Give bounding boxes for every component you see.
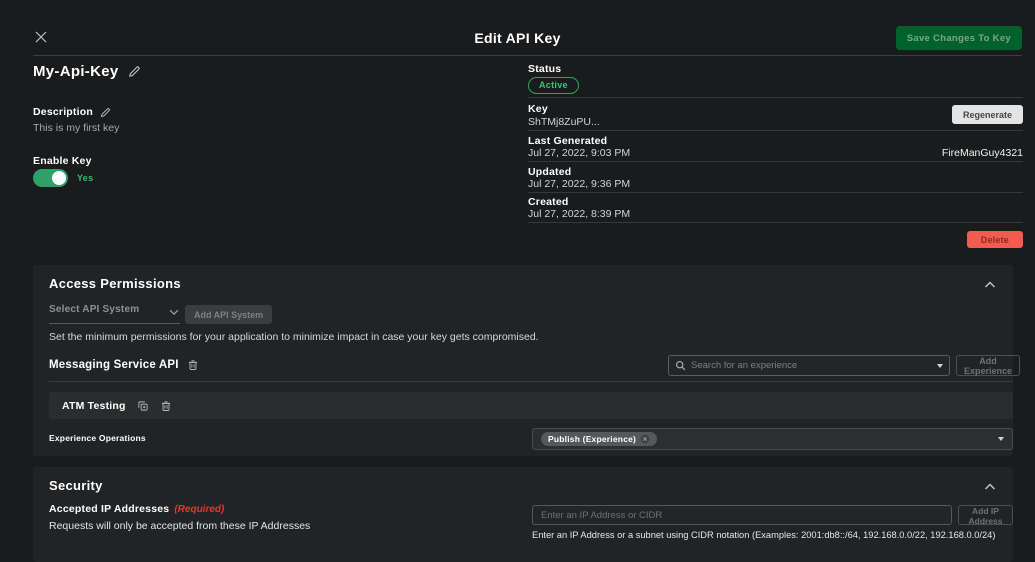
add-ip-address-button[interactable]: Add IP Address [958, 505, 1013, 526]
divider [528, 97, 1023, 98]
select-api-system-dropdown[interactable]: Select API System [49, 304, 180, 324]
divider [49, 381, 1013, 382]
dropdown-caret-icon [937, 363, 943, 368]
save-changes-button[interactable]: Save Changes To Key [895, 26, 1022, 50]
api-system-name: Messaging Service API [49, 359, 179, 371]
delete-button[interactable]: Delete [966, 231, 1023, 248]
enable-key-row: Yes [33, 169, 93, 187]
delete-api-system-icon[interactable] [187, 359, 199, 371]
accepted-ip-label: Accepted IP Addresses [49, 503, 170, 515]
ip-format-hint: Enter an IP Address or a subnet using CI… [532, 530, 996, 540]
remove-operation-icon[interactable] [640, 434, 650, 444]
api-key-name-row: My-Api-Key [33, 63, 141, 80]
enable-key-label: Enable Key [33, 155, 92, 167]
description-row: Description [33, 106, 111, 118]
enable-key-toggle[interactable] [33, 169, 68, 187]
search-icon [675, 360, 686, 371]
description-text: This is my first key [33, 122, 120, 134]
collapse-security-icon[interactable] [983, 480, 997, 494]
last-generated-value: Jul 27, 2022, 9:03 PM [528, 147, 631, 159]
api-key-name: My-Api-Key [33, 63, 119, 80]
add-experience-button[interactable]: Add Experience [956, 355, 1021, 376]
experience-name: ATM Testing [62, 399, 126, 412]
ip-description: Requests will only be accepted from thes… [49, 520, 311, 532]
enable-key-state: Yes [77, 173, 94, 183]
header-divider [33, 55, 1022, 56]
permissions-hint: Set the minimum permissions for your app… [49, 331, 539, 343]
chevron-down-icon [168, 305, 180, 323]
api-system-header-row: Messaging Service API [49, 359, 199, 371]
experience-operations-label: Experience Operations [49, 433, 146, 443]
toggle-knob [52, 171, 66, 185]
copy-experience-icon[interactable] [137, 400, 149, 412]
select-api-system-value: Select API System [49, 304, 140, 315]
generated-by-user: FireManGuy4321 [941, 147, 1023, 159]
operations-multiselect[interactable]: Publish (Experience) [532, 428, 1013, 450]
updated-label: Updated [528, 166, 572, 178]
divider [528, 130, 1023, 131]
add-api-system-button[interactable]: Add API System [185, 305, 273, 324]
regenerate-button[interactable]: Regenerate [951, 105, 1023, 124]
description-label: Description [33, 106, 93, 118]
key-value: ShTMj8ZuPU... [528, 116, 600, 128]
required-note: (Required) [174, 504, 225, 515]
operation-chip-label: Publish (Experience) [548, 434, 637, 444]
experience-search-input[interactable] [691, 360, 932, 371]
key-details-panel: Status Active Key ShTMj8ZuPU... Regenera… [528, 60, 1023, 255]
status-badge: Active [528, 77, 579, 94]
edit-description-icon[interactable] [100, 107, 111, 118]
divider [528, 161, 1023, 162]
page-title: Edit API Key [474, 30, 561, 46]
edit-name-icon[interactable] [128, 65, 141, 78]
security-section: Security Accepted IP Addresses (Required… [33, 467, 1013, 562]
created-label: Created [528, 196, 569, 208]
divider [528, 192, 1023, 193]
ip-address-input[interactable] [532, 505, 952, 525]
access-permissions-title: Access Permissions [49, 276, 181, 291]
dropdown-caret-icon [998, 437, 1004, 441]
key-label: Key [528, 103, 548, 115]
security-title: Security [49, 478, 103, 493]
access-permissions-section: Access Permissions Select API System Add… [33, 265, 1021, 456]
experience-search-box[interactable] [668, 355, 950, 376]
divider [528, 222, 1023, 223]
last-generated-label: Last Generated [528, 135, 608, 147]
experience-row: ATM Testing [49, 392, 1013, 419]
status-label: Status [528, 63, 562, 75]
updated-value: Jul 27, 2022, 9:36 PM [528, 178, 631, 190]
accepted-ip-row: Accepted IP Addresses (Required) [49, 503, 224, 515]
created-value: Jul 27, 2022, 8:39 PM [528, 208, 631, 220]
collapse-access-permissions-icon[interactable] [983, 278, 997, 292]
delete-experience-icon[interactable] [160, 400, 172, 412]
operation-chip: Publish (Experience) [541, 432, 658, 446]
